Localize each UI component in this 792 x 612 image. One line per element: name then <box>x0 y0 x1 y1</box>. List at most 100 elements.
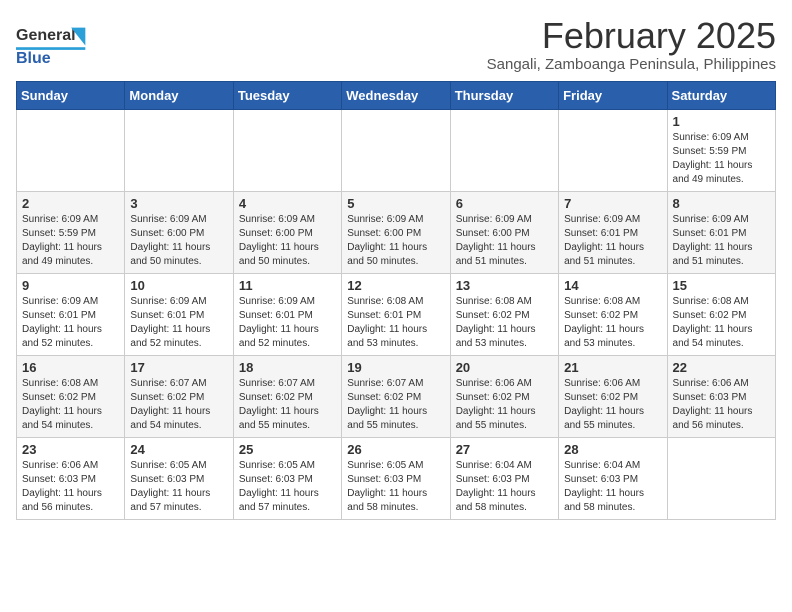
calendar-cell: 12 Sunrise: 6:08 AM Sunset: 6:01 PM Dayli… <box>342 273 450 355</box>
day-of-week-header: Sunday <box>17 81 125 109</box>
day-info: Sunrise: 6:05 AM Sunset: 6:03 PM Dayligh… <box>347 459 444 515</box>
day-info: Sunrise: 6:05 AM Sunset: 6:03 PM Dayligh… <box>239 459 336 515</box>
calendar-cell: 9 Sunrise: 6:09 AM Sunset: 6:01 PM Daylig… <box>17 273 125 355</box>
day-number: 10 <box>130 278 227 293</box>
calendar-cell: 2Sunrise: 6:09 AM Sunset: 5:59 PM Daylig… <box>17 191 125 273</box>
day-of-week-header: Friday <box>559 81 667 109</box>
calendar-cell: 15 Sunrise: 6:08 AM Sunset: 6:02 PM Dayli… <box>667 273 775 355</box>
day-number: 17 <box>130 360 227 375</box>
day-number: 5 <box>347 196 444 211</box>
calendar-cell: 8Sunrise: 6:09 AM Sunset: 6:01 PM Daylig… <box>667 191 775 273</box>
day-number: 16 <box>22 360 119 375</box>
calendar-cell <box>450 109 558 191</box>
day-number: 18 <box>239 360 336 375</box>
calendar-cell: 20 Sunrise: 6:06 AM Sunset: 6:02 PM Dayli… <box>450 355 558 437</box>
day-number: 8 <box>673 196 770 211</box>
calendar-week-row: 2Sunrise: 6:09 AM Sunset: 5:59 PM Daylig… <box>17 191 776 273</box>
calendar-cell: 21 Sunrise: 6:06 AM Sunset: 6:02 PM Dayli… <box>559 355 667 437</box>
day-number: 24 <box>130 442 227 457</box>
day-number: 3 <box>130 196 227 211</box>
day-of-week-header: Saturday <box>667 81 775 109</box>
day-info: Sunrise: 6:09 AM Sunset: 6:01 PM Dayligh… <box>239 295 336 351</box>
day-info: Sunrise: 6:09 AM Sunset: 5:59 PM Dayligh… <box>673 131 770 187</box>
day-of-week-header: Monday <box>125 81 233 109</box>
calendar-cell: 19 Sunrise: 6:07 AM Sunset: 6:02 PM Dayli… <box>342 355 450 437</box>
calendar-cell: 7Sunrise: 6:09 AM Sunset: 6:01 PM Daylig… <box>559 191 667 273</box>
calendar-table: SundayMondayTuesdayWednesdayThursdayFrid… <box>16 81 776 520</box>
day-info: Sunrise: 6:06 AM Sunset: 6:03 PM Dayligh… <box>22 459 119 515</box>
day-number: 1 <box>673 114 770 129</box>
day-info: Sunrise: 6:09 AM Sunset: 6:01 PM Dayligh… <box>22 295 119 351</box>
day-number: 6 <box>456 196 553 211</box>
day-info: Sunrise: 6:09 AM Sunset: 6:01 PM Dayligh… <box>130 295 227 351</box>
day-info: Sunrise: 6:06 AM Sunset: 6:03 PM Dayligh… <box>673 377 770 433</box>
day-info: Sunrise: 6:09 AM Sunset: 6:00 PM Dayligh… <box>347 213 444 269</box>
day-info: Sunrise: 6:08 AM Sunset: 6:02 PM Dayligh… <box>564 295 661 351</box>
calendar-cell <box>125 109 233 191</box>
day-number: 13 <box>456 278 553 293</box>
month-title: February 2025 <box>487 16 776 56</box>
calendar-cell: 4Sunrise: 6:09 AM Sunset: 6:00 PM Daylig… <box>233 191 341 273</box>
day-info: Sunrise: 6:08 AM Sunset: 6:02 PM Dayligh… <box>456 295 553 351</box>
day-info: Sunrise: 6:07 AM Sunset: 6:02 PM Dayligh… <box>239 377 336 433</box>
calendar-cell: 11 Sunrise: 6:09 AM Sunset: 6:01 PM Dayli… <box>233 273 341 355</box>
svg-text:General: General <box>16 27 76 44</box>
calendar-cell: 26 Sunrise: 6:05 AM Sunset: 6:03 PM Dayli… <box>342 437 450 519</box>
day-number: 22 <box>673 360 770 375</box>
day-info: Sunrise: 6:05 AM Sunset: 6:03 PM Dayligh… <box>130 459 227 515</box>
day-number: 7 <box>564 196 661 211</box>
day-info: Sunrise: 6:06 AM Sunset: 6:02 PM Dayligh… <box>456 377 553 433</box>
day-info: Sunrise: 6:08 AM Sunset: 6:01 PM Dayligh… <box>347 295 444 351</box>
calendar-cell: 16 Sunrise: 6:08 AM Sunset: 6:02 PM Dayli… <box>17 355 125 437</box>
calendar-cell: 23 Sunrise: 6:06 AM Sunset: 6:03 PM Dayli… <box>17 437 125 519</box>
day-of-week-header: Thursday <box>450 81 558 109</box>
calendar-cell: 13 Sunrise: 6:08 AM Sunset: 6:02 PM Dayli… <box>450 273 558 355</box>
calendar-cell <box>233 109 341 191</box>
calendar-week-row: 1 Sunrise: 6:09 AM Sunset: 5:59 PM Daylig… <box>17 109 776 191</box>
day-number: 19 <box>347 360 444 375</box>
calendar-week-row: 9 Sunrise: 6:09 AM Sunset: 6:01 PM Daylig… <box>17 273 776 355</box>
calendar-cell: 14 Sunrise: 6:08 AM Sunset: 6:02 PM Dayli… <box>559 273 667 355</box>
calendar-header-row: SundayMondayTuesdayWednesdayThursdayFrid… <box>17 81 776 109</box>
day-number: 15 <box>673 278 770 293</box>
calendar-cell: 27 Sunrise: 6:04 AM Sunset: 6:03 PM Dayli… <box>450 437 558 519</box>
location-title: Sangali, Zamboanga Peninsula, Philippine… <box>487 56 776 73</box>
day-info: Sunrise: 6:09 AM Sunset: 6:00 PM Dayligh… <box>130 213 227 269</box>
calendar-cell: 24 Sunrise: 6:05 AM Sunset: 6:03 PM Dayli… <box>125 437 233 519</box>
day-info: Sunrise: 6:07 AM Sunset: 6:02 PM Dayligh… <box>347 377 444 433</box>
day-number: 27 <box>456 442 553 457</box>
day-number: 14 <box>564 278 661 293</box>
day-number: 21 <box>564 360 661 375</box>
day-info: Sunrise: 6:08 AM Sunset: 6:02 PM Dayligh… <box>22 377 119 433</box>
calendar-week-row: 23 Sunrise: 6:06 AM Sunset: 6:03 PM Dayli… <box>17 437 776 519</box>
day-info: Sunrise: 6:09 AM Sunset: 6:00 PM Dayligh… <box>456 213 553 269</box>
calendar-cell: 1 Sunrise: 6:09 AM Sunset: 5:59 PM Daylig… <box>667 109 775 191</box>
calendar-cell <box>17 109 125 191</box>
day-info: Sunrise: 6:09 AM Sunset: 5:59 PM Dayligh… <box>22 213 119 269</box>
title-block: February 2025 Sangali, Zamboanga Peninsu… <box>487 16 776 73</box>
day-number: 23 <box>22 442 119 457</box>
calendar-cell: 5 Sunrise: 6:09 AM Sunset: 6:00 PM Daylig… <box>342 191 450 273</box>
day-number: 20 <box>456 360 553 375</box>
calendar-week-row: 16 Sunrise: 6:08 AM Sunset: 6:02 PM Dayli… <box>17 355 776 437</box>
calendar-cell: 18 Sunrise: 6:07 AM Sunset: 6:02 PM Dayli… <box>233 355 341 437</box>
calendar-cell <box>667 437 775 519</box>
day-number: 12 <box>347 278 444 293</box>
day-info: Sunrise: 6:04 AM Sunset: 6:03 PM Dayligh… <box>456 459 553 515</box>
day-info: Sunrise: 6:08 AM Sunset: 6:02 PM Dayligh… <box>673 295 770 351</box>
day-number: 26 <box>347 442 444 457</box>
day-number: 25 <box>239 442 336 457</box>
calendar-cell: 28Sunrise: 6:04 AM Sunset: 6:03 PM Dayli… <box>559 437 667 519</box>
calendar-cell <box>342 109 450 191</box>
calendar-cell: 25 Sunrise: 6:05 AM Sunset: 6:03 PM Dayli… <box>233 437 341 519</box>
day-info: Sunrise: 6:07 AM Sunset: 6:02 PM Dayligh… <box>130 377 227 433</box>
day-info: Sunrise: 6:04 AM Sunset: 6:03 PM Dayligh… <box>564 459 661 515</box>
day-number: 4 <box>239 196 336 211</box>
calendar-cell: 22 Sunrise: 6:06 AM Sunset: 6:03 PM Dayli… <box>667 355 775 437</box>
logo: General Blue <box>16 20 96 70</box>
day-info: Sunrise: 6:06 AM Sunset: 6:02 PM Dayligh… <box>564 377 661 433</box>
page-header: General Blue February 2025 Sangali, Zamb… <box>16 16 776 73</box>
calendar-cell: 6 Sunrise: 6:09 AM Sunset: 6:00 PM Daylig… <box>450 191 558 273</box>
day-number: 9 <box>22 278 119 293</box>
day-number: 11 <box>239 278 336 293</box>
